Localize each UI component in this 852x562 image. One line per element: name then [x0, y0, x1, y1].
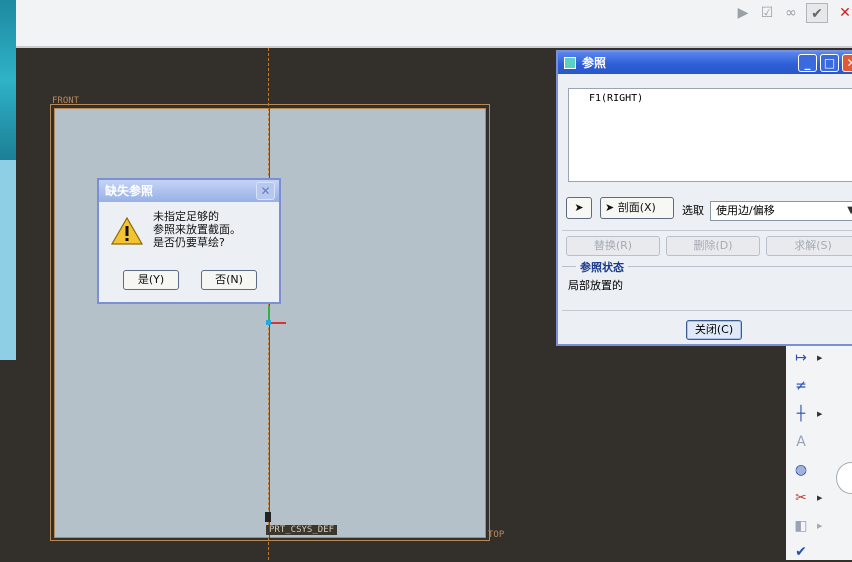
missing-reference-dialog: 缺失参照 ✕ 未指定足够的 参照来放置截面。 是否仍要草绘? 是(Y) 否(N)	[97, 178, 281, 304]
close-button[interactable]: 关闭(C)	[686, 320, 742, 340]
caret-icon[interactable]: ▶	[817, 404, 825, 424]
message-line: 参照来放置截面。	[153, 223, 241, 236]
text-icon[interactable]: A	[790, 432, 812, 452]
minimize-icon[interactable]: _	[798, 54, 817, 72]
select-dropdown[interactable]: 使用边/偏移 ▼	[710, 201, 852, 221]
caret-icon[interactable]: ▶	[817, 516, 825, 536]
divider	[562, 230, 852, 231]
dialog-title: 缺失参照	[99, 180, 279, 202]
csys-origin	[266, 320, 271, 325]
constraint-icon[interactable]: ≠	[790, 376, 812, 396]
status-title: 参照状态	[576, 259, 628, 275]
close-icon[interactable]: ✕	[256, 182, 275, 200]
pick-arrow-button[interactable]: ➤	[566, 197, 592, 219]
close-icon[interactable]: ✕	[842, 54, 852, 72]
line-icon[interactable]: ┼	[790, 404, 812, 424]
top-toolbar: ▶ ☑ ∞ ✔ ✕	[0, 0, 852, 48]
check-icon[interactable]: ✔	[806, 3, 828, 23]
csys-label: PRT_CSYS_DEF	[266, 525, 338, 535]
palette-icon[interactable]: ◍	[790, 460, 812, 480]
message-line: 是否仍要草绘?	[153, 236, 225, 249]
play-icon[interactable]: ▶	[732, 3, 754, 23]
csys-x-axis	[270, 322, 286, 324]
select-label: 选取	[682, 204, 704, 217]
dimension-icon[interactable]: ↦	[790, 348, 812, 368]
message-line: 未指定足够的	[153, 210, 219, 223]
glasses-icon[interactable]: ∞	[780, 3, 802, 23]
done-icon[interactable]: ✔	[790, 542, 812, 562]
delete-button[interactable]: 删除(D)	[666, 236, 760, 256]
app-icon	[564, 57, 576, 69]
no-button[interactable]: 否(N)	[201, 270, 257, 290]
maximize-icon[interactable]: □	[820, 54, 839, 72]
dialog-message: 未指定足够的 参照来放置截面。 是否仍要草绘?	[153, 210, 241, 249]
replace-button[interactable]: 替换(R)	[566, 236, 660, 256]
caret-icon[interactable]: ▶	[817, 488, 825, 508]
solve-button[interactable]: 求解(S)	[766, 236, 852, 256]
reference-status-group: 参照状态 局部放置的	[562, 259, 852, 310]
checkbox-icon[interactable]: ☑	[756, 3, 778, 23]
cancel-icon[interactable]: ✕	[834, 3, 852, 23]
yes-button[interactable]: 是(Y)	[123, 270, 179, 290]
front-plane-label: FRONT	[52, 96, 80, 106]
select-value: 使用边/偏移	[716, 204, 775, 217]
divider	[562, 310, 852, 311]
cursor-arrow-icon: ➤	[605, 201, 618, 214]
reference-list[interactable]: F1(RIGHT)	[568, 88, 852, 182]
warning-icon	[111, 216, 143, 245]
references-dialog: 参照 _ □ ✕ F1(RIGHT) ➤ ➤ 剖面(X) 选取 使用边/偏移 ▼ …	[556, 50, 852, 346]
left-panel-edge	[0, 0, 16, 360]
sketch-toolbar: ↦ ▶ ≠ ┼ ▶ A ◍ ✂ ▶ ◧ ▶ ✔	[786, 346, 852, 560]
caret-icon[interactable]: ▶	[817, 348, 825, 368]
top-plane-label: TOP	[488, 530, 505, 540]
chevron-down-icon: ▼	[847, 205, 852, 216]
list-item[interactable]: F1(RIGHT)	[589, 93, 852, 104]
mirror-icon[interactable]: ◧	[790, 516, 812, 536]
section-button-label: 剖面(X)	[617, 201, 656, 214]
cursor-arrow-icon: ➤	[574, 201, 584, 214]
status-value: 局部放置的	[568, 279, 623, 292]
drag-grip[interactable]	[265, 512, 271, 522]
section-button[interactable]: ➤ 剖面(X)	[600, 197, 674, 219]
trim-icon[interactable]: ✂	[790, 488, 812, 508]
